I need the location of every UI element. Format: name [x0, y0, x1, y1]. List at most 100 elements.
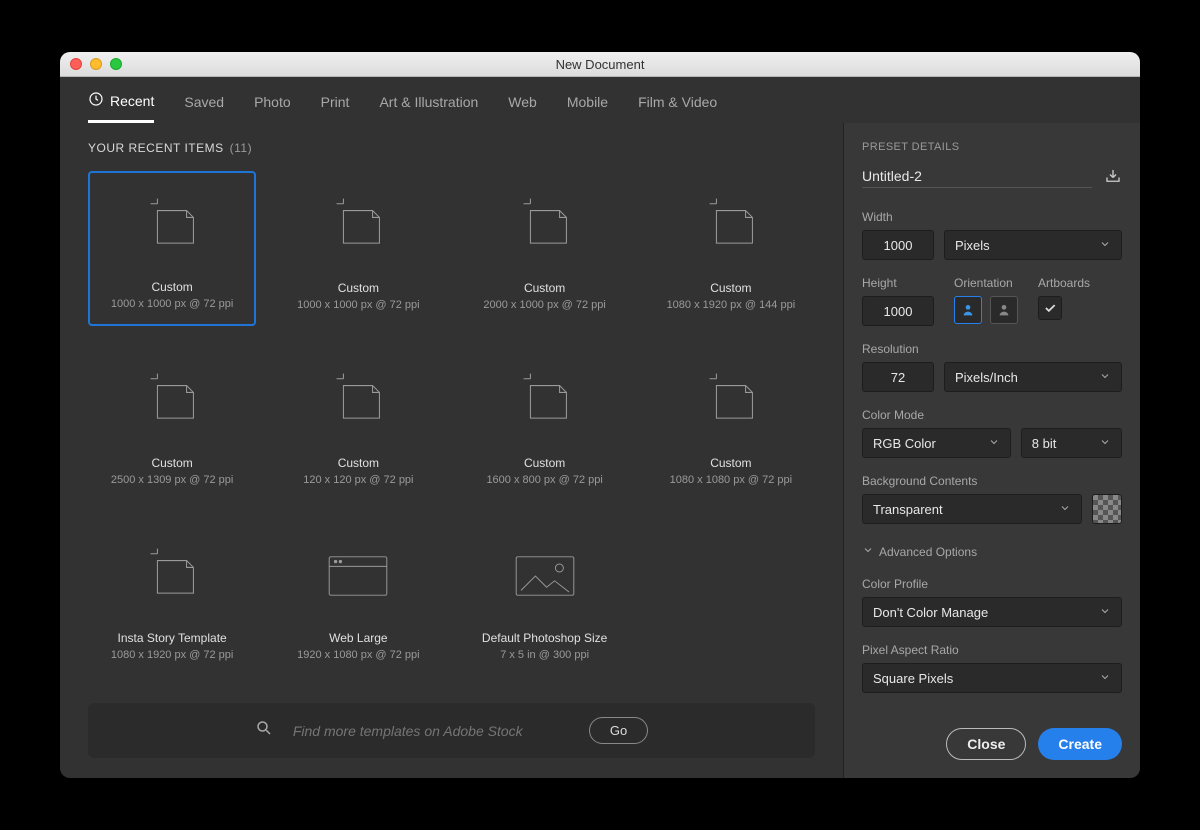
tab-label: Print — [321, 94, 350, 110]
preset-card[interactable]: Custom 120 x 120 px @ 72 ppi — [274, 346, 442, 501]
orientation-landscape-button[interactable] — [990, 296, 1018, 324]
color-mode-label: Color Mode — [862, 408, 1122, 422]
preset-card-title: Custom — [338, 456, 379, 470]
window-title: New Document — [60, 57, 1140, 72]
preset-card[interactable]: Custom 1000 x 1000 px @ 72 ppi — [274, 171, 442, 326]
select-value: Transparent — [873, 502, 943, 517]
advanced-options-toggle[interactable]: Advanced Options — [862, 544, 1122, 559]
save-preset-icon[interactable] — [1104, 167, 1122, 188]
preset-card-subtitle: 1080 x 1920 px @ 144 ppi — [667, 299, 796, 311]
color-depth-select[interactable]: 8 bit — [1021, 428, 1122, 458]
window-zoom-button[interactable] — [110, 58, 122, 70]
doc-icon — [142, 522, 202, 629]
pixel-aspect-ratio-label: Pixel Aspect Ratio — [862, 643, 1122, 657]
tab-label: Recent — [110, 93, 154, 109]
preset-card-title: Insta Story Template — [118, 631, 227, 645]
chevron-down-icon — [1099, 238, 1111, 253]
preset-card[interactable]: Default Photoshop Size 7 x 5 in @ 300 pp… — [461, 521, 629, 676]
artboards-checkbox[interactable] — [1038, 296, 1062, 320]
window-minimize-button[interactable] — [90, 58, 102, 70]
select-value: RGB Color — [873, 436, 936, 451]
preset-card[interactable]: Custom 1600 x 800 px @ 72 ppi — [461, 346, 629, 501]
tab-label: Art & Illustration — [379, 94, 478, 110]
image-icon — [513, 522, 577, 629]
tab-label: Film & Video — [638, 94, 717, 110]
preset-card-subtitle: 2500 x 1309 px @ 72 ppi — [111, 474, 233, 486]
color-profile-label: Color Profile — [862, 577, 1122, 591]
adobe-stock-search: Go — [88, 703, 815, 758]
doc-icon — [142, 173, 202, 278]
tab-art-illustration[interactable]: Art & Illustration — [379, 91, 478, 123]
background-color-swatch[interactable] — [1092, 494, 1122, 524]
preset-card-subtitle: 1080 x 1920 px @ 72 ppi — [111, 649, 233, 661]
preset-card[interactable]: Custom 1080 x 1080 px @ 72 ppi — [647, 346, 815, 501]
background-contents-select[interactable]: Transparent — [862, 494, 1082, 524]
width-unit-select[interactable]: Pixels — [944, 230, 1122, 260]
preset-card-subtitle: 1920 x 1080 px @ 72 ppi — [297, 649, 419, 661]
tab-label: Web — [508, 94, 537, 110]
document-name-input[interactable]: Untitled-2 — [862, 168, 1092, 188]
height-label: Height — [862, 276, 934, 290]
background-contents-label: Background Contents — [862, 474, 1122, 488]
select-value: 8 bit — [1032, 436, 1057, 451]
tab-mobile[interactable]: Mobile — [567, 91, 608, 123]
doc-icon — [701, 347, 761, 454]
preset-details-heading: PRESET DETAILS — [862, 141, 1122, 153]
create-button[interactable]: Create — [1038, 728, 1122, 760]
tab-recent[interactable]: Recent — [88, 91, 154, 123]
preset-card[interactable]: Custom 1080 x 1920 px @ 144 ppi — [647, 171, 815, 326]
close-button[interactable]: Close — [946, 728, 1026, 760]
go-button[interactable]: Go — [589, 717, 648, 744]
preset-card[interactable]: Custom 2000 x 1000 px @ 72 ppi — [461, 171, 629, 326]
preset-card-subtitle: 1000 x 1000 px @ 72 ppi — [111, 298, 233, 310]
chevron-down-icon — [862, 544, 874, 559]
tab-film-video[interactable]: Film & Video — [638, 91, 717, 123]
resolution-unit-select[interactable]: Pixels/Inch — [944, 362, 1122, 392]
resolution-input[interactable]: 72 — [862, 362, 934, 392]
doc-icon — [328, 172, 388, 279]
preset-gallery: YOUR RECENT ITEMS (11) Custom 1000 x 100… — [60, 123, 844, 778]
color-profile-select[interactable]: Don't Color Manage — [862, 597, 1122, 627]
preset-card-title: Web Large — [329, 631, 387, 645]
tab-photo[interactable]: Photo — [254, 91, 291, 123]
preset-card-title: Custom — [524, 456, 565, 470]
select-value: Pixels — [955, 238, 990, 253]
tab-label: Saved — [184, 94, 224, 110]
tab-web[interactable]: Web — [508, 91, 537, 123]
height-input[interactable]: 1000 — [862, 296, 934, 326]
chevron-down-icon — [988, 436, 1000, 451]
doc-icon — [515, 347, 575, 454]
tab-saved[interactable]: Saved — [184, 91, 224, 123]
preset-card-title: Custom — [338, 281, 379, 295]
preset-card-title: Custom — [710, 281, 751, 295]
preset-card[interactable]: Custom 1000 x 1000 px @ 72 ppi — [88, 171, 256, 326]
chevron-down-icon — [1059, 502, 1071, 517]
select-value: Don't Color Manage — [873, 605, 988, 620]
preset-card-title: Custom — [151, 456, 192, 470]
chevron-down-icon — [1099, 370, 1111, 385]
stock-search-input[interactable] — [291, 722, 571, 740]
preset-card-subtitle: 1080 x 1080 px @ 72 ppi — [670, 474, 792, 486]
window-close-button[interactable] — [70, 58, 82, 70]
doc-icon — [328, 347, 388, 454]
preset-card[interactable]: Web Large 1920 x 1080 px @ 72 ppi — [274, 521, 442, 676]
advanced-options-label: Advanced Options — [879, 545, 977, 559]
select-value: Square Pixels — [873, 671, 953, 686]
gallery-heading: YOUR RECENT ITEMS — [88, 141, 224, 155]
orientation-label: Orientation — [954, 276, 1018, 290]
preset-card-subtitle: 1600 x 800 px @ 72 ppi — [486, 474, 602, 486]
gallery-count: (11) — [230, 141, 252, 155]
preset-card[interactable]: Custom 2500 x 1309 px @ 72 ppi — [88, 346, 256, 501]
new-document-window: New Document Recent Saved Photo Print Ar… — [60, 52, 1140, 778]
color-mode-select[interactable]: RGB Color — [862, 428, 1011, 458]
width-input[interactable]: 1000 — [862, 230, 934, 260]
pixel-aspect-ratio-select[interactable]: Square Pixels — [862, 663, 1122, 693]
preset-card-title: Custom — [710, 456, 751, 470]
chevron-down-icon — [1099, 605, 1111, 620]
tab-print[interactable]: Print — [321, 91, 350, 123]
chevron-down-icon — [1099, 436, 1111, 451]
preset-card[interactable]: Insta Story Template 1080 x 1920 px @ 72… — [88, 521, 256, 676]
orientation-portrait-button[interactable] — [954, 296, 982, 324]
preset-card-subtitle: 1000 x 1000 px @ 72 ppi — [297, 299, 419, 311]
preset-card-subtitle: 2000 x 1000 px @ 72 ppi — [483, 299, 605, 311]
